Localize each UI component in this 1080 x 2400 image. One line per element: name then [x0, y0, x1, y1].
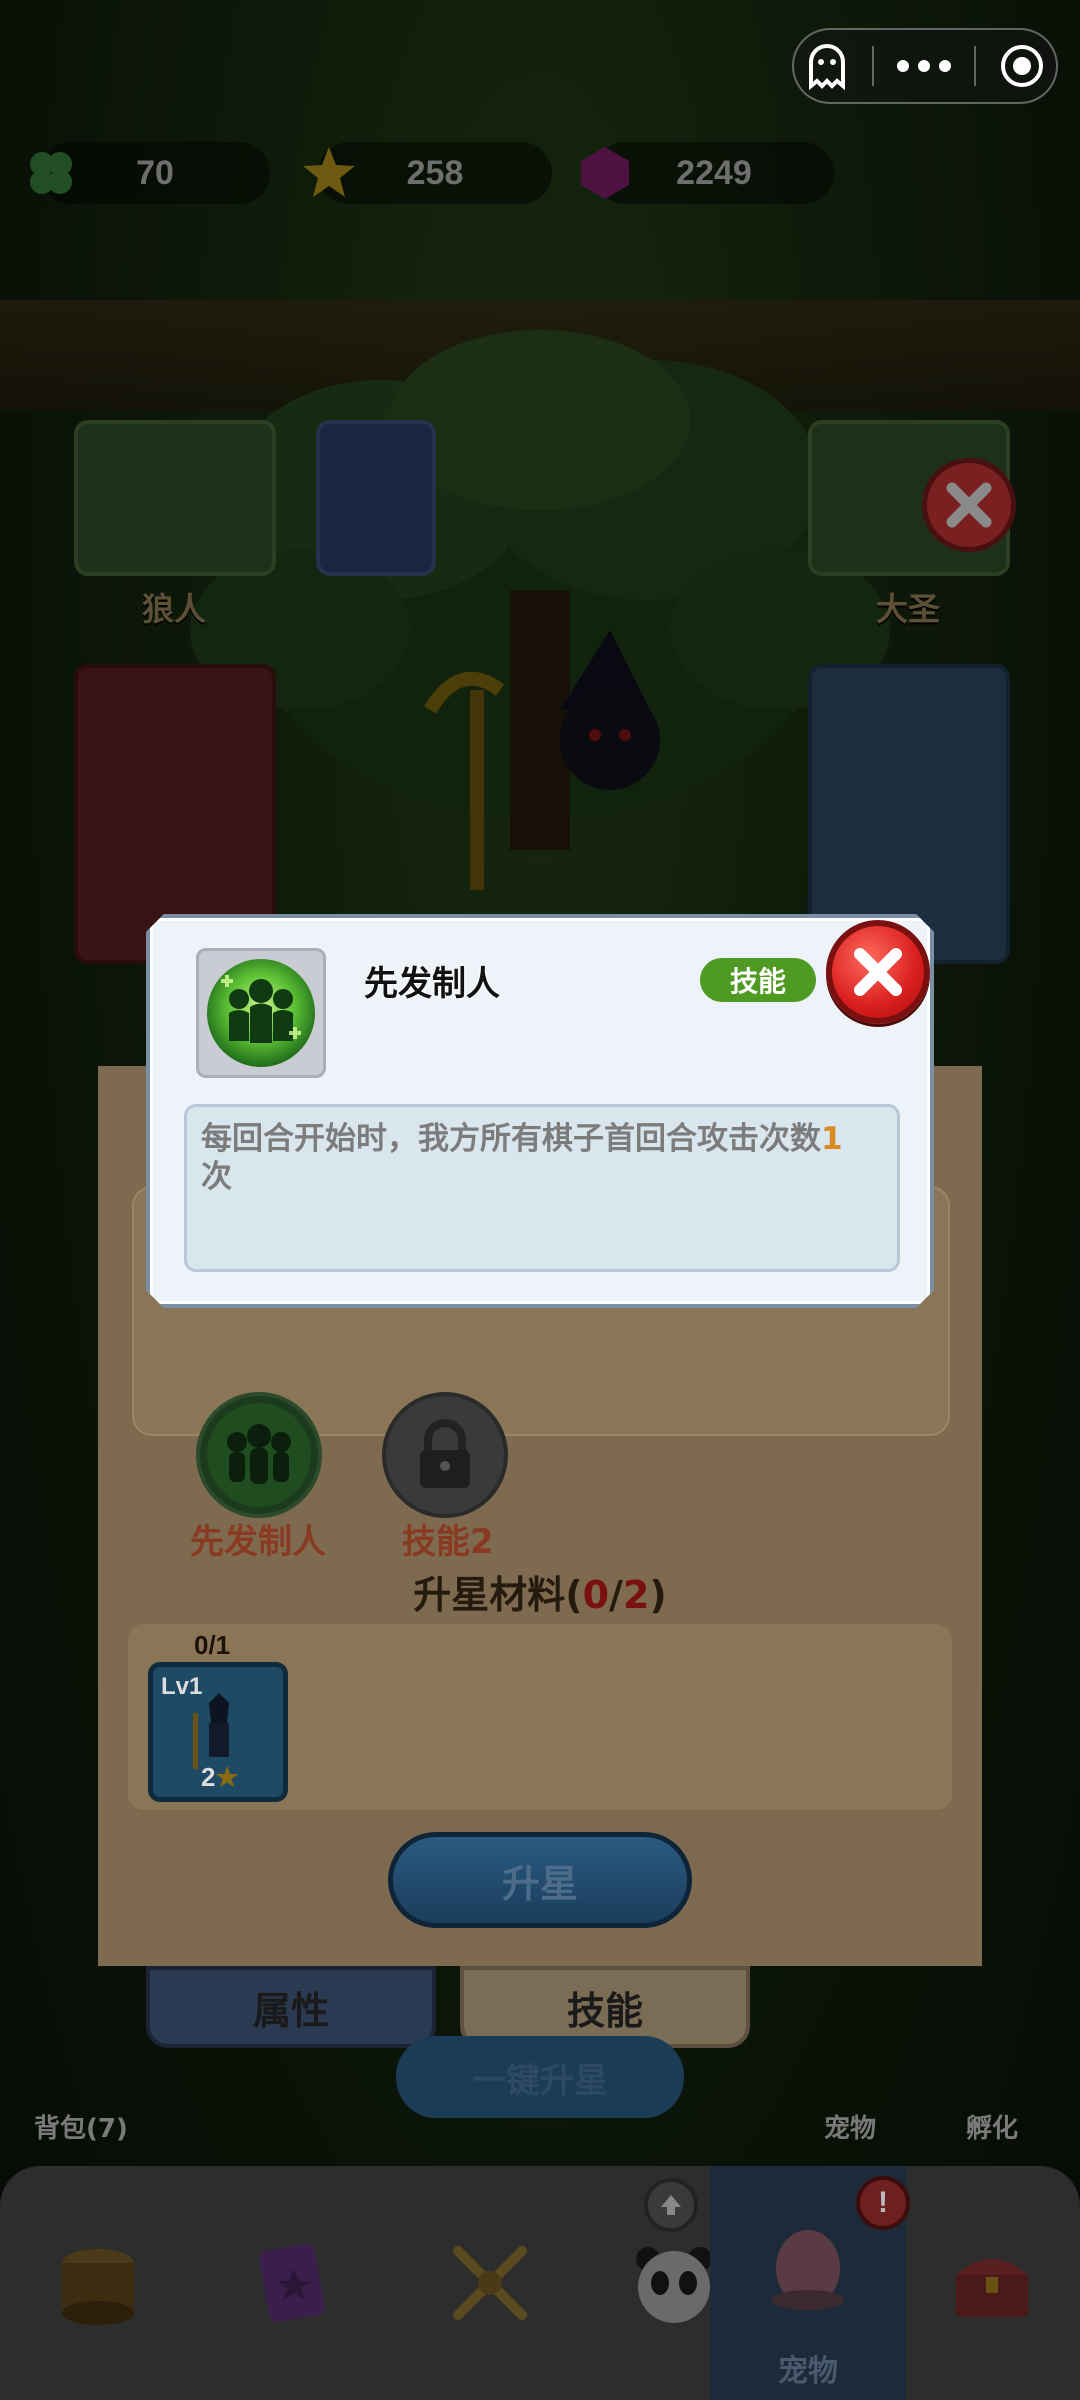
upgrade-arrow-badge	[644, 2178, 698, 2232]
skill-description: 每回合开始时，我方所有棋子首回合攻击次数1 次	[201, 1121, 883, 1197]
upgrade-star-button[interactable]: 升星	[388, 1832, 692, 1928]
materials-have: 0	[582, 1573, 610, 1617]
close-icon	[946, 482, 992, 528]
hero-card-label: 狼人	[142, 590, 207, 628]
cards-icon	[259, 2243, 325, 2323]
material-hero-card[interactable]: Lv1 2★	[148, 1662, 288, 1802]
capsule-divider	[974, 46, 977, 86]
skill-info-popup: 先发制人 技能 每回合开始时，我方所有棋子首回合攻击次数1 次	[146, 914, 934, 1308]
barrel-icon	[62, 2249, 134, 2325]
capsule-divider	[871, 46, 874, 86]
notification-badge-icon: !	[856, 2176, 910, 2230]
miniprogram-capsule	[792, 28, 1058, 104]
nav-cards[interactable]	[196, 2166, 392, 2400]
ghost-icon[interactable]	[805, 42, 849, 90]
target-icon[interactable]	[999, 43, 1045, 89]
material-star-count: 2★	[201, 1762, 239, 1793]
arrow-up-icon	[661, 2195, 681, 2215]
description-text-start: 每回合开始时，我方所有棋子首回合攻击次数	[201, 1121, 821, 1157]
small-star-icon: ★	[215, 1762, 239, 1792]
anubis-figure-icon	[193, 1693, 229, 1769]
nav-pet-label: 宠物	[778, 2354, 838, 2389]
materials-separator: /	[609, 1573, 623, 1617]
close-icon	[854, 948, 902, 996]
panda-icon	[636, 2247, 712, 2323]
material-stars-value: 2	[201, 1762, 216, 1792]
popup-close-button[interactable]	[826, 920, 930, 1024]
preemptive-strike-skill-icon	[203, 955, 319, 1071]
material-count: 0/1	[194, 1630, 231, 1660]
skill-description-box: 每回合开始时，我方所有棋子首回合攻击次数1 次	[184, 1104, 900, 1272]
clover-icon	[22, 144, 80, 202]
resource-gem: 2249	[581, 142, 834, 204]
skill-slot-2-label: 技能2	[402, 1522, 494, 1562]
resource-value: 258	[406, 153, 464, 192]
resource-value: 70	[136, 153, 174, 192]
nav-shop[interactable]	[0, 2166, 196, 2400]
lock-icon	[420, 1419, 470, 1488]
popup-skill-name: 先发制人	[364, 964, 500, 1004]
tab-attributes[interactable]: 属性	[146, 1966, 436, 2048]
skill-type-badge: 技能	[700, 958, 816, 1002]
materials-title-suffix: )	[649, 1573, 667, 1617]
skill-slot-2-locked[interactable]	[382, 1392, 508, 1518]
resource-clover: 70	[30, 142, 270, 204]
skill-slot-1-label: 先发制人	[190, 1522, 326, 1562]
hero-card-label: 大圣	[876, 590, 941, 628]
bag-label[interactable]: 背包(7)	[34, 2108, 128, 2145]
materials-title-prefix: 升星材料(	[413, 1573, 583, 1617]
materials-title: 升星材料(0/2)	[98, 1564, 982, 1619]
page-close-button[interactable]	[922, 458, 1016, 552]
one-click-upgrade-button[interactable]: 一键升星	[396, 2036, 684, 2118]
resource-value: 2249	[676, 153, 752, 192]
more-icon[interactable]	[896, 59, 952, 73]
nav-treasure[interactable]	[894, 2166, 1080, 2400]
treasure-chest-icon	[956, 2259, 1028, 2317]
skill-slot-1[interactable]	[196, 1392, 322, 1518]
nav-battle[interactable]	[392, 2166, 588, 2400]
hatch-label[interactable]: 孵化	[966, 2108, 1018, 2145]
pet-egg-icon	[772, 2230, 844, 2310]
hero-card[interactable]	[74, 420, 276, 576]
bottom-navigation: 宠物	[0, 2166, 1080, 2400]
crossed-swords-icon	[453, 2246, 527, 2320]
three-figures-icon	[207, 1403, 311, 1507]
pet-label[interactable]: 宠物	[824, 2108, 876, 2145]
star-icon	[300, 144, 358, 202]
gem-icon	[576, 144, 634, 202]
skill-icon-frame	[196, 948, 326, 1078]
hero-card[interactable]	[316, 420, 436, 576]
description-highlight-number: 1	[821, 1121, 843, 1157]
description-text-end: 次	[201, 1158, 232, 1195]
resource-star: 258	[303, 142, 552, 204]
materials-need: 2	[622, 1573, 650, 1617]
